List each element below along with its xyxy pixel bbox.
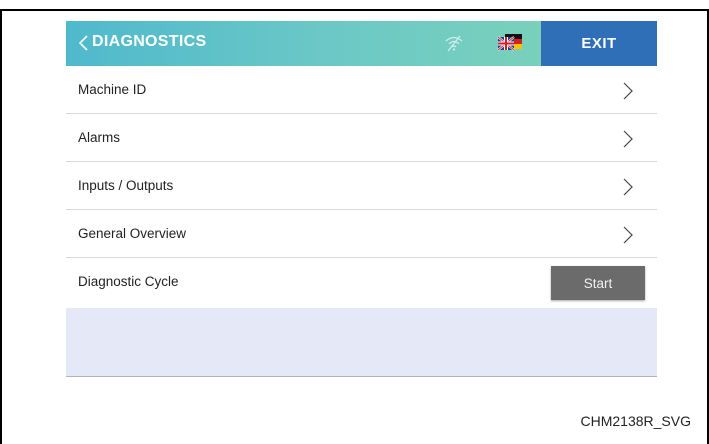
page-title: DIAGNOSTICS <box>92 33 207 50</box>
diagnostics-menu: Machine ID Alarms Inputs / Outputs Gener… <box>66 66 657 306</box>
menu-item-alarms[interactable]: Alarms <box>66 114 657 162</box>
header-title-area: DIAGNOSTICS <box>66 21 541 66</box>
exit-button[interactable]: EXIT <box>541 21 657 66</box>
menu-item-machine-id[interactable]: Machine ID <box>66 66 657 114</box>
start-button[interactable]: Start <box>551 266 645 300</box>
menu-item-label: Inputs / Outputs <box>78 178 174 193</box>
chevron-right-icon <box>623 130 633 148</box>
flag-icon[interactable] <box>496 33 524 53</box>
menu-item-label: Alarms <box>78 130 121 145</box>
chevron-left-icon[interactable] <box>74 33 94 53</box>
menu-item-label: General Overview <box>78 226 187 241</box>
chevron-right-icon <box>623 178 633 196</box>
header-bar: DIAGNOSTICS EXIT <box>66 21 657 66</box>
menu-item-inputs-outputs[interactable]: Inputs / Outputs <box>66 162 657 210</box>
figure-code: CHM2138R_SVG <box>580 413 692 429</box>
diagnostic-cycle-row: Diagnostic Cycle Start <box>66 258 657 306</box>
menu-item-label: Machine ID <box>78 82 147 97</box>
menu-item-general-overview[interactable]: General Overview <box>66 210 657 258</box>
chevron-right-icon <box>623 82 633 100</box>
diagnostic-cycle-label: Diagnostic Cycle <box>78 274 179 289</box>
wifi-off-icon <box>445 35 463 52</box>
info-panel <box>66 308 657 377</box>
chevron-right-icon <box>623 226 633 244</box>
diagnostics-screen: DIAGNOSTICS EXIT Machine ID Alarms Input… <box>66 21 657 377</box>
